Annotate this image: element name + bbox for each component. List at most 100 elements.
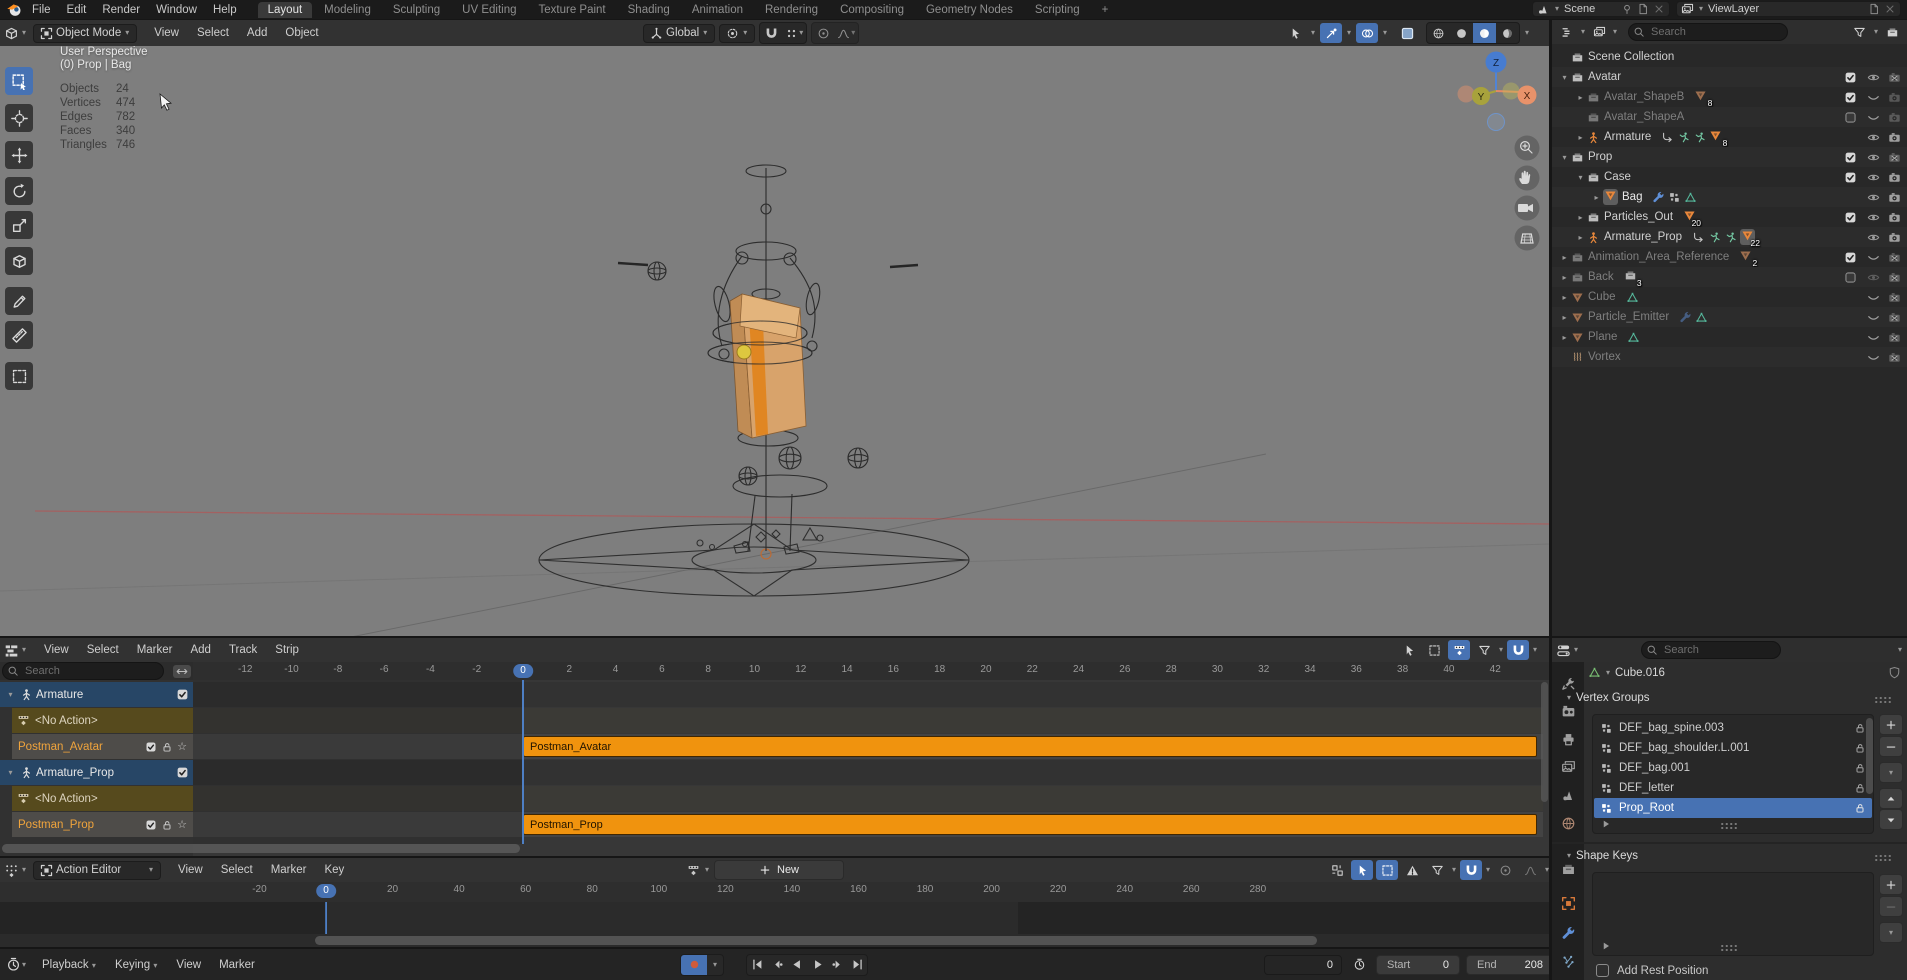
workspace-tab-animation[interactable]: Animation <box>682 2 753 18</box>
bag-object[interactable] <box>730 294 806 438</box>
nla-box-select-button[interactable] <box>1423 640 1445 660</box>
outliner-row-vortex[interactable]: Vortex <box>1552 347 1907 367</box>
hide-viewport-toggle[interactable] <box>1867 231 1880 244</box>
outliner-row-scene-collection[interactable]: Scene Collection <box>1552 47 1907 67</box>
disable-render-toggle[interactable] <box>1888 211 1901 224</box>
mute-checkbox-icon[interactable] <box>176 688 189 701</box>
vertex-group-prop-root[interactable]: Prop_Root <box>1594 798 1872 818</box>
nla-action-sync-toggle[interactable] <box>1448 640 1470 660</box>
checkbox-enable-toggle[interactable] <box>1844 111 1857 124</box>
shape-key-remove-button[interactable] <box>1879 896 1903 917</box>
selectability-dropdown[interactable] <box>1284 23 1306 43</box>
timeline-menu-view[interactable]: View <box>167 957 210 973</box>
nla-lane[interactable] <box>193 708 1543 733</box>
viewport-canvas[interactable]: Z Y X <box>0 46 1549 636</box>
checkbox-enable-toggle[interactable] <box>1844 211 1857 224</box>
dope-proportional-toggle[interactable] <box>1494 860 1516 880</box>
vertex-group-def-bag-shoulder-l-001[interactable]: DEF_bag_shoulder.L.001 <box>1594 738 1872 758</box>
vertex-group-move-down-button[interactable] <box>1879 809 1903 830</box>
viewlayer-selector[interactable]: ▾ ViewLayer <box>1676 1 1901 17</box>
expander-icon[interactable]: ▸ <box>1558 313 1571 322</box>
checkbox-enable-toggle[interactable] <box>1844 271 1857 284</box>
nla-lane[interactable]: Postman_Prop <box>193 812 1543 837</box>
transform-orientation-dropdown[interactable]: Global ▾ <box>643 24 715 43</box>
nla-current-frame-line[interactable] <box>522 680 524 844</box>
hide-viewport-toggle[interactable] <box>1867 331 1880 344</box>
disable-render-toggle[interactable] <box>1888 171 1901 184</box>
panel-grip[interactable] <box>1874 696 1892 703</box>
display-mode-dropdown[interactable] <box>1556 22 1578 42</box>
timeline-menu-marker[interactable]: Marker <box>210 957 264 973</box>
dope-mode-dropdown[interactable]: Action Editor ▾ <box>33 861 161 880</box>
disable-render-toggle[interactable] <box>1888 311 1901 324</box>
outliner-filter-dropdown[interactable] <box>1849 22 1871 42</box>
hide-viewport-toggle[interactable] <box>1867 111 1880 124</box>
timeline-menu-keying[interactable]: Keying ▾ <box>106 957 167 973</box>
expander-icon[interactable]: ▾ <box>4 690 17 699</box>
hide-viewport-toggle[interactable] <box>1867 71 1880 84</box>
list-resize-grip[interactable] <box>1720 822 1738 829</box>
nla-menu-marker[interactable]: Marker <box>128 642 182 658</box>
viewport-menu-select[interactable]: Select <box>188 25 238 41</box>
shading-rendered[interactable] <box>1496 23 1519 43</box>
disable-render-toggle[interactable] <box>1888 291 1901 304</box>
strip-mute-checkbox-icon[interactable] <box>145 819 157 831</box>
expand-arrows-icon[interactable] <box>173 665 191 678</box>
hide-viewport-toggle[interactable] <box>1867 291 1880 304</box>
outliner-row-plane[interactable]: ▸Plane <box>1552 327 1907 347</box>
nla-filter-dropdown[interactable] <box>1473 640 1495 660</box>
menu-window[interactable]: Window <box>148 3 205 17</box>
lock-icon[interactable] <box>1854 802 1866 814</box>
outliner-row-avatar-shapeb[interactable]: ▸Avatar_ShapeB8 <box>1552 87 1907 107</box>
expander-icon[interactable]: ▸ <box>1558 273 1571 282</box>
pivot-point-dropdown[interactable]: ▾ <box>719 24 755 43</box>
outliner-row-armature[interactable]: ▸Armature8 <box>1552 127 1907 147</box>
add-workspace-button[interactable]: + <box>1092 2 1119 18</box>
disable-render-toggle[interactable] <box>1888 151 1901 164</box>
lock-icon[interactable] <box>1854 762 1866 774</box>
shape-key-add-button[interactable] <box>1879 874 1903 895</box>
panel-grip[interactable] <box>1874 854 1892 861</box>
pin-icon[interactable] <box>1621 3 1633 15</box>
hide-viewport-toggle[interactable] <box>1867 311 1880 324</box>
strip-lock-toggle-icon[interactable] <box>161 819 173 831</box>
workspace-tab-compositing[interactable]: Compositing <box>830 2 914 18</box>
tool-cursor-button[interactable] <box>5 104 33 132</box>
dope-menu-marker[interactable]: Marker <box>262 862 316 878</box>
nla-menu-track[interactable]: Track <box>220 642 266 658</box>
dope-current-frame-line[interactable] <box>325 902 327 934</box>
hide-viewport-toggle[interactable] <box>1867 91 1880 104</box>
nla-ruler[interactable]: -12-10-8-6-4-202468101214161820222426283… <box>193 662 1549 680</box>
outliner-row-armature-prop[interactable]: ▸Armature_Prop22 <box>1552 227 1907 247</box>
solo-star-toggle[interactable]: ☆ <box>177 740 187 753</box>
outliner-row-back[interactable]: ▸Back3 <box>1552 267 1907 287</box>
nla-strip-postman-prop[interactable]: Postman_Prop <box>523 814 1537 835</box>
properties-tab-view-layer[interactable] <box>1559 758 1577 776</box>
disable-render-toggle[interactable] <box>1888 271 1901 284</box>
outliner-row-avatar-shapea[interactable]: Avatar_ShapeA <box>1552 107 1907 127</box>
expander-icon[interactable]: ▸ <box>1574 233 1587 242</box>
nla-lane[interactable] <box>193 786 1543 811</box>
fake-user-shield-icon[interactable] <box>1888 666 1901 679</box>
frame-start-field[interactable]: Start 0 <box>1376 955 1460 975</box>
disable-render-toggle[interactable] <box>1888 191 1901 204</box>
menu-render[interactable]: Render <box>94 3 148 17</box>
checkbox-enable-toggle[interactable] <box>1844 71 1857 84</box>
nla-menu-view[interactable]: View <box>35 642 78 658</box>
outliner-row-particle-emitter[interactable]: ▸Particle_Emitter <box>1552 307 1907 327</box>
editor-type-3d-viewport-icon[interactable] <box>4 26 19 41</box>
checkbox-enable-toggle[interactable] <box>1844 251 1857 264</box>
dope-menu-view[interactable]: View <box>169 862 212 878</box>
auto-keying-dropdown[interactable]: ▾ <box>707 955 723 975</box>
hide-viewport-toggle[interactable] <box>1867 191 1880 204</box>
disable-render-toggle[interactable] <box>1888 331 1901 344</box>
new-viewlayer-icon[interactable] <box>1868 3 1880 15</box>
proportional-edit-toggle[interactable] <box>812 23 835 43</box>
workspace-tab-uv-editing[interactable]: UV Editing <box>452 2 526 18</box>
timeline-menu-playback[interactable]: Playback ▾ <box>33 957 106 973</box>
viewport-menu-add[interactable]: Add <box>238 25 276 41</box>
expander-icon[interactable]: ▾ <box>4 768 17 777</box>
xray-toggle[interactable] <box>1396 23 1418 43</box>
shading-solid[interactable] <box>1450 23 1473 43</box>
expander-icon[interactable]: ▾ <box>1574 173 1587 182</box>
